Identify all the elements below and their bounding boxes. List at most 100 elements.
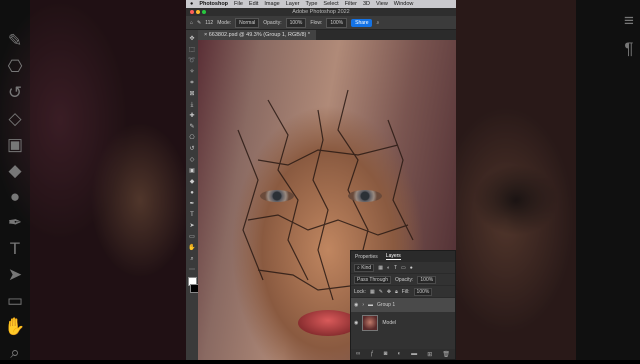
window-controls bbox=[190, 10, 206, 14]
lasso-icon[interactable]: ➰ bbox=[187, 57, 197, 66]
lock-label: Lock: bbox=[354, 288, 366, 295]
zoom-button[interactable] bbox=[202, 10, 206, 14]
flow-label: Flow: bbox=[310, 19, 323, 26]
type-icon: T bbox=[9, 239, 21, 258]
marquee-icon[interactable]: ⬚ bbox=[187, 46, 197, 55]
menu-window[interactable]: Window bbox=[394, 1, 414, 7]
stamp-icon[interactable]: ⎔ bbox=[187, 134, 197, 143]
mode-select[interactable]: Normal bbox=[235, 17, 260, 28]
mode-label: Mode: bbox=[217, 19, 232, 26]
new-group-icon[interactable]: ▬ bbox=[411, 351, 417, 357]
gradient-icon: ▣ bbox=[6, 135, 24, 154]
filter-toggle-icon[interactable]: ● bbox=[410, 265, 413, 271]
options-bar: ⌂ ✎ 112 Mode: Normal Opacity: 100% Flow:… bbox=[186, 16, 456, 30]
layer-opacity-input[interactable]: 100% bbox=[417, 275, 437, 284]
visibility-eye-icon[interactable]: ◉ bbox=[354, 302, 358, 308]
panel-tabs: Properties Layers bbox=[351, 251, 455, 262]
adjustment-icon[interactable]: ◐ bbox=[397, 351, 401, 357]
blend-mode-select[interactable]: Pass Through bbox=[354, 275, 392, 284]
minimize-button[interactable] bbox=[196, 10, 200, 14]
menu-file[interactable]: File bbox=[234, 1, 243, 7]
quick-select-icon[interactable]: ✧ bbox=[187, 68, 197, 77]
fill-label: Fill: bbox=[401, 288, 410, 295]
gradient-icon[interactable]: ▣ bbox=[187, 167, 197, 176]
new-layer-icon[interactable]: ⊞ bbox=[427, 351, 432, 358]
expand-arrow-icon[interactable]: › bbox=[362, 302, 364, 308]
rectangle-icon[interactable]: ▭ bbox=[187, 233, 197, 242]
tab-properties[interactable]: Properties bbox=[355, 254, 378, 260]
mask-icon[interactable]: ◙ bbox=[384, 351, 388, 357]
dodge-icon[interactable]: ● bbox=[187, 189, 197, 198]
menu-filter[interactable]: Filter bbox=[345, 1, 357, 7]
layer-row[interactable]: ◉ Model bbox=[351, 312, 455, 334]
menu-photoshop[interactable]: Photoshop bbox=[199, 1, 228, 7]
fx-icon[interactable]: ƒ bbox=[370, 351, 373, 357]
menu-3d[interactable]: 3D bbox=[363, 1, 370, 7]
brush-size[interactable]: 112 bbox=[205, 20, 213, 26]
filter-adjust-icon[interactable]: ◐ bbox=[387, 265, 390, 271]
mac-menu-bar: ● Photoshop File Edit Image Layer Type S… bbox=[186, 0, 456, 8]
link-icon[interactable]: ∞ bbox=[356, 351, 360, 357]
apple-icon[interactable]: ● bbox=[190, 1, 193, 7]
hand-icon: ✋ bbox=[4, 317, 26, 336]
move-icon[interactable]: ✥ bbox=[187, 35, 197, 44]
menu-image[interactable]: Image bbox=[264, 1, 279, 7]
menu-view[interactable]: View bbox=[376, 1, 388, 7]
lock-move-icon[interactable]: ✥ bbox=[387, 289, 391, 295]
share-button[interactable]: Share bbox=[351, 18, 373, 27]
filter-pixel-icon[interactable]: ▦ bbox=[378, 265, 383, 271]
filter-kind-label: Kind bbox=[361, 264, 372, 271]
pen-icon[interactable]: ✒ bbox=[187, 200, 197, 209]
more-tools-icon[interactable]: ⋯ bbox=[187, 266, 197, 275]
eyedropper-icon[interactable]: ⤓ bbox=[187, 101, 197, 110]
eraser-icon[interactable]: ◇ bbox=[187, 156, 197, 165]
zoom-icon[interactable]: ⌕ bbox=[187, 255, 197, 264]
home-icon[interactable]: ⌂ bbox=[190, 20, 193, 26]
zoom-icon: ⌕ bbox=[10, 343, 20, 362]
trash-icon[interactable]: 🗑︎ bbox=[442, 351, 450, 358]
search-icon[interactable]: ⌕ bbox=[376, 20, 379, 26]
menu-type[interactable]: Type bbox=[305, 1, 317, 7]
type-icon[interactable]: T bbox=[187, 211, 197, 220]
menu-select[interactable]: Select bbox=[323, 1, 338, 7]
brush-tool-icon[interactable]: ✎ bbox=[197, 20, 201, 26]
lock-pixels-icon[interactable]: ▦ bbox=[370, 289, 375, 295]
blurred-background-left bbox=[0, 0, 186, 360]
folder-icon: ▬ bbox=[368, 302, 374, 308]
properties-icon: ≡ bbox=[624, 11, 634, 30]
layer-row[interactable]: ◉ › ▬ Group 1 bbox=[351, 298, 455, 312]
path-select-icon: ➤ bbox=[7, 265, 23, 284]
crop-icon[interactable]: ⌗ bbox=[187, 79, 197, 88]
layer-thumbnail bbox=[362, 315, 379, 331]
frame-icon[interactable]: ⊠ bbox=[187, 90, 197, 99]
brush-icon[interactable]: ✎ bbox=[187, 123, 197, 132]
filter-type-icon[interactable]: T bbox=[394, 265, 397, 271]
path-select-icon[interactable]: ➤ bbox=[187, 222, 197, 231]
lock-paint-icon[interactable]: ✎ bbox=[379, 289, 383, 295]
close-button[interactable] bbox=[190, 10, 194, 14]
lips bbox=[298, 310, 358, 336]
rectangle-icon: ▭ bbox=[6, 291, 24, 310]
dodge-icon: ● bbox=[9, 187, 21, 206]
blend-row: Pass Through Opacity: 100% bbox=[351, 274, 455, 286]
lock-all-icon[interactable]: 🔒︎ bbox=[395, 289, 398, 295]
healing-icon[interactable]: ✚ bbox=[187, 112, 197, 121]
fill-input[interactable]: 100% bbox=[413, 287, 433, 296]
history-brush-icon[interactable]: ↺ bbox=[187, 145, 197, 154]
document-tab-label: 663802.psd @ 49.3% (Group 1, RGB/8) * bbox=[208, 32, 311, 38]
adjust-icon: ¶ bbox=[624, 39, 634, 58]
blur-icon[interactable]: ◆ bbox=[187, 178, 197, 187]
opacity-input[interactable]: 100% bbox=[285, 17, 307, 28]
window-title: Adobe Photoshop 2022 bbox=[186, 8, 456, 16]
flow-input[interactable]: 100% bbox=[326, 17, 348, 28]
blurred-background-right bbox=[456, 0, 640, 360]
document-tab[interactable]: × 663802.psd @ 49.3% (Group 1, RGB/8) * bbox=[198, 30, 317, 40]
tab-layers[interactable]: Layers bbox=[385, 253, 401, 260]
filter-kind-select[interactable]: ⌕ Kind bbox=[354, 263, 375, 272]
menu-layer[interactable]: Layer bbox=[286, 1, 300, 7]
filter-shape-icon[interactable]: ▭ bbox=[401, 265, 406, 271]
visibility-eye-icon[interactable]: ◉ bbox=[354, 320, 358, 326]
hand-icon[interactable]: ✋ bbox=[187, 244, 197, 253]
blur-icon: ◆ bbox=[8, 161, 22, 180]
menu-edit[interactable]: Edit bbox=[249, 1, 258, 7]
